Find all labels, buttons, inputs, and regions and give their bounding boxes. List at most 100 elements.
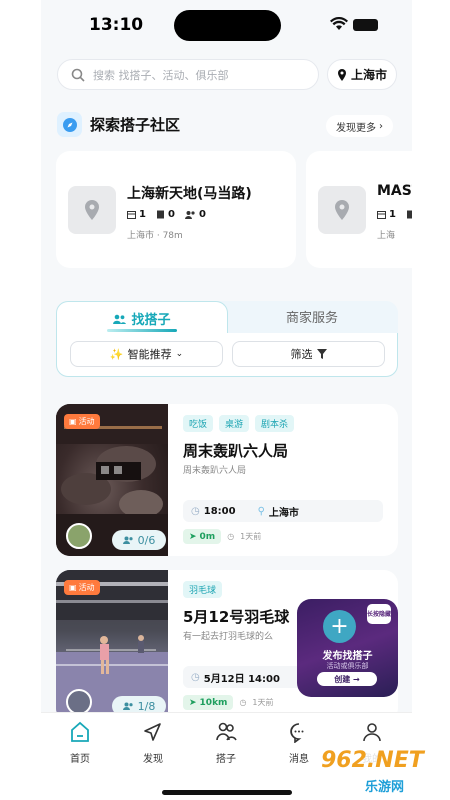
distance-value: 0m bbox=[199, 531, 216, 542]
city-selector[interactable]: 上海市 bbox=[327, 59, 397, 90]
watermark-logo: 962.NET bbox=[321, 748, 424, 773]
status-time: 13:10 bbox=[89, 15, 144, 35]
event-card[interactable]: ▣ 活动 0/6 吃饭 桌游 剧本杀 周末轰趴六人局 周末轰趴六人局 ◷ 18:… bbox=[56, 404, 398, 556]
compass-icon bbox=[57, 112, 82, 137]
event-description: 周末轰趴六人局 bbox=[183, 466, 247, 476]
members-icon bbox=[122, 536, 133, 544]
discover-more-label: 发现更多 bbox=[336, 122, 376, 134]
location-pin-icon: ⚲ bbox=[257, 505, 265, 517]
navigation-icon: ➤ bbox=[189, 697, 197, 708]
publish-title: 发布找搭子 bbox=[322, 651, 373, 662]
activity-tag-label: 活动 bbox=[78, 417, 95, 426]
nav-item-home[interactable]: 首页 bbox=[52, 721, 108, 765]
post-count: 0 bbox=[167, 209, 175, 220]
plus-icon[interactable]: + bbox=[323, 610, 356, 643]
filter-icon bbox=[316, 349, 327, 359]
category-chip: 吃饭 bbox=[183, 415, 214, 432]
category-chips: 吃饭 桌游 剧本杀 bbox=[183, 415, 295, 432]
tab-merchant-label: 商家服务 bbox=[285, 310, 338, 326]
clock-icon: ◷ bbox=[191, 505, 200, 517]
event-title: 周末轰趴六人局 bbox=[183, 442, 289, 460]
location-pin-icon bbox=[337, 68, 346, 81]
participant-count-value: 1/8 bbox=[137, 699, 156, 713]
long-press-hide-button[interactable]: 长按隐藏 bbox=[367, 604, 391, 624]
event-count: 1 bbox=[389, 209, 396, 220]
message-icon bbox=[290, 723, 304, 743]
section-header: 探索搭子社区 bbox=[57, 112, 180, 137]
location-card[interactable]: 上海新天地(马当路) 1 0 0 上海市 · 78m bbox=[56, 151, 296, 268]
calendar-icon: ▣ bbox=[69, 583, 77, 592]
location-address: 上海市 · 78m bbox=[127, 231, 183, 241]
battery-icon bbox=[353, 19, 378, 31]
chevron-down-icon: ⌄ bbox=[175, 349, 184, 359]
event-time: 18:00 bbox=[203, 505, 236, 517]
tab-find-partner[interactable]: 找搭子 bbox=[56, 301, 228, 335]
post-icon bbox=[156, 210, 164, 219]
calendar-icon bbox=[127, 211, 136, 219]
discover-more-button[interactable]: 发现更多 › bbox=[326, 115, 393, 137]
members-icon bbox=[122, 702, 133, 710]
category-chip: 桌游 bbox=[219, 415, 250, 432]
location-pin-icon bbox=[318, 186, 366, 234]
location-address: 上海 bbox=[377, 231, 396, 241]
distance-value: 10km bbox=[199, 697, 228, 708]
nav-item-discover[interactable]: 发现 bbox=[125, 721, 181, 765]
dynamic-island bbox=[174, 10, 281, 41]
avatar[interactable] bbox=[66, 523, 92, 549]
filter-row: ✨ 智能推荐 ⌄ 筛选 bbox=[56, 333, 398, 377]
event-description: 有一起去打羽毛球的么 bbox=[183, 632, 274, 642]
partners-icon bbox=[216, 722, 237, 741]
activity-tag-label: 活动 bbox=[78, 583, 95, 592]
section-title: 探索搭子社区 bbox=[90, 116, 181, 134]
category-chips: 羽毛球 bbox=[183, 581, 223, 598]
location-name: 上海新天地(马当路) bbox=[127, 186, 252, 202]
event-info: ◷ 18:00 ⚲ 上海市 bbox=[183, 500, 383, 522]
app-screen: 13:10 搜索 找搭子、活动、俱乐部 上海市 探索搭子社区 发现更多 › 上海… bbox=[41, 0, 412, 800]
nav-label: 搭子 bbox=[216, 754, 236, 765]
event-meta: ➤ 0m ◷ 1天前 bbox=[183, 529, 261, 544]
status-bar: 13:10 bbox=[41, 0, 412, 52]
post-icon bbox=[406, 210, 412, 219]
tab-merchant-service[interactable]: 商家服务 bbox=[242, 301, 382, 331]
distance-badge: ➤ 10km bbox=[183, 695, 234, 710]
watermark-text: 乐游网 bbox=[365, 780, 405, 795]
nav-item-partners[interactable]: 搭子 bbox=[198, 721, 254, 765]
event-meta: ➤ 10km ◷ 1天前 bbox=[183, 695, 274, 710]
location-stats: 1 0 0 bbox=[377, 209, 412, 220]
clock-icon: ◷ bbox=[239, 698, 247, 707]
create-button[interactable]: 创建 → bbox=[317, 672, 377, 686]
smart-recommend-label: 智能推荐 bbox=[127, 348, 172, 361]
calendar-icon bbox=[377, 211, 386, 219]
profile-icon bbox=[363, 723, 381, 742]
filter-button[interactable]: 筛选 bbox=[232, 341, 385, 367]
location-name: MAST bbox=[377, 183, 412, 199]
sparkle-icon: ✨ bbox=[109, 347, 124, 361]
search-placeholder: 搜索 找搭子、活动、俱乐部 bbox=[93, 68, 229, 82]
event-time: 5月12日 14:00 bbox=[203, 673, 280, 685]
smart-recommend-dropdown[interactable]: ✨ 智能推荐 ⌄ bbox=[70, 341, 223, 367]
feed-tabs: 找搭子 商家服务 ✨ 智能推荐 ⌄ 筛选 bbox=[56, 301, 398, 377]
publish-subtitle: 活动或俱乐部 bbox=[326, 662, 369, 670]
participant-count-value: 0/6 bbox=[137, 533, 156, 547]
nav-label: 首页 bbox=[70, 754, 90, 765]
chevron-right-icon: › bbox=[379, 120, 383, 132]
members-icon bbox=[184, 211, 195, 219]
category-chip: 羽毛球 bbox=[183, 581, 223, 598]
location-card[interactable]: MAST 1 0 0 上海 bbox=[306, 151, 412, 268]
category-chip: 剧本杀 bbox=[255, 415, 295, 432]
calendar-icon: ▣ bbox=[69, 417, 77, 426]
participant-count: 0/6 bbox=[112, 530, 166, 550]
search-icon bbox=[71, 68, 85, 82]
navigation-icon: ➤ bbox=[189, 531, 197, 542]
publish-partner-widget[interactable]: + 长按隐藏 发布找搭子 活动或俱乐部 创建 → bbox=[297, 599, 398, 697]
posted-ago: 1天前 bbox=[240, 532, 262, 541]
event-count: 1 bbox=[139, 209, 146, 220]
member-count: 0 bbox=[198, 209, 206, 220]
activity-tag: ▣ 活动 bbox=[64, 580, 100, 595]
filter-label: 筛选 bbox=[290, 348, 313, 361]
location-stats: 1 0 0 bbox=[127, 209, 206, 220]
distance-badge: ➤ 0m bbox=[183, 529, 222, 544]
search-input[interactable]: 搜索 找搭子、活动、俱乐部 bbox=[57, 59, 319, 90]
posted-ago: 1天前 bbox=[252, 698, 274, 707]
tab-find-partner-label: 找搭子 bbox=[131, 313, 171, 328]
